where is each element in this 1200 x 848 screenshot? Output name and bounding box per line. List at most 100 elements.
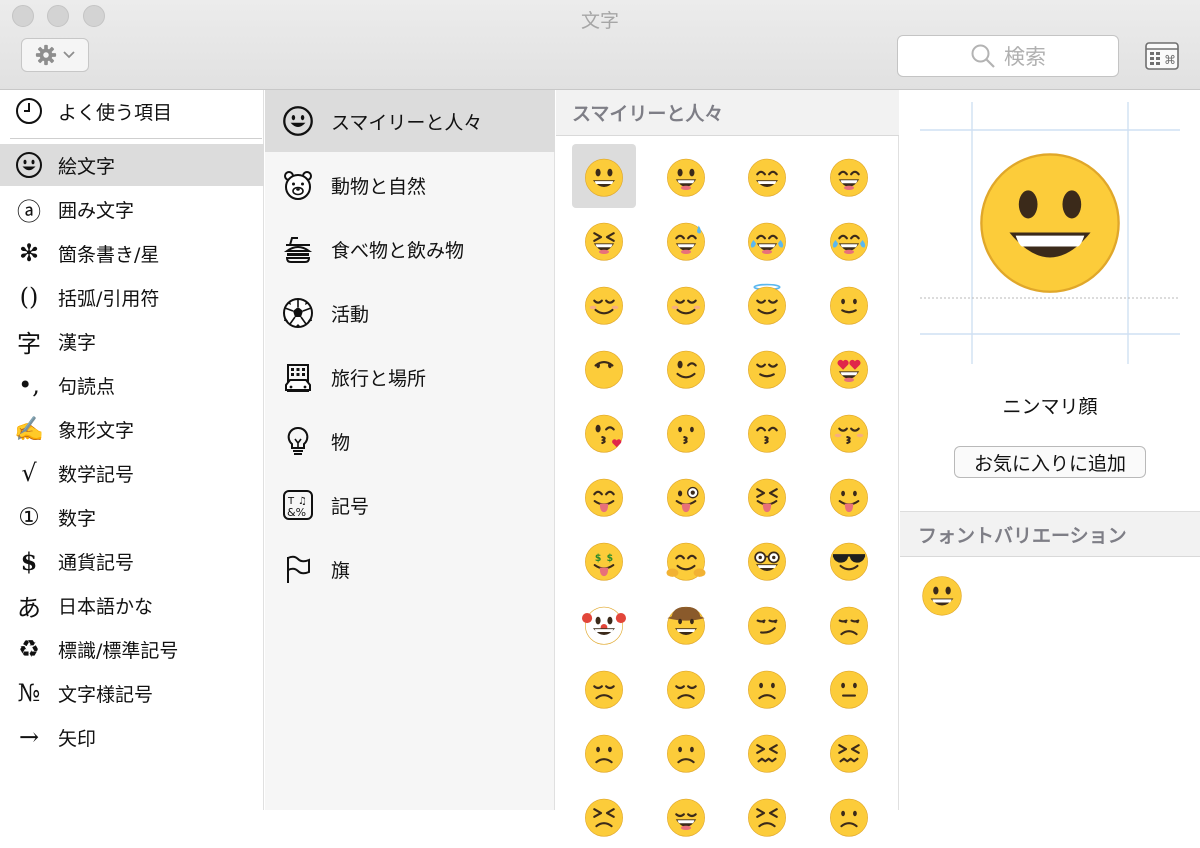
action-menu-button[interactable] xyxy=(21,38,89,72)
emoji-money-mouth[interactable]: $ $ xyxy=(572,528,636,592)
emoji-blush[interactable] xyxy=(654,272,718,336)
subcategory-activity[interactable]: 活動 xyxy=(265,282,555,344)
window-toolbar: 文字 検索 ⌘ xyxy=(0,0,1200,90)
subcategory-label: 動物と自然 xyxy=(331,175,427,198)
category-letterlike[interactable]: № 文字様記号 xyxy=(0,672,264,714)
emoji-kissing-heart[interactable] xyxy=(572,400,636,464)
emoji-kissing-smile[interactable] xyxy=(735,400,799,464)
emoji-clown[interactable] xyxy=(572,592,636,656)
category-signs[interactable]: ♻ 標識/標準記号 xyxy=(0,628,264,670)
category-label: 数字 xyxy=(58,507,97,530)
emoji-slight-smile[interactable] xyxy=(817,272,881,336)
emoji-sunglasses[interactable] xyxy=(817,528,881,592)
emoji-disappointed[interactable] xyxy=(572,656,636,720)
emoji-upside-down[interactable] xyxy=(572,336,636,400)
category-label: 箇条書き/星 xyxy=(58,243,160,266)
emoji-pensive[interactable] xyxy=(654,656,718,720)
emoji-heart-eyes[interactable] xyxy=(817,336,881,400)
divider xyxy=(10,138,262,139)
category-kanji[interactable]: 字 漢字 xyxy=(0,320,264,362)
emoji-rofl[interactable] xyxy=(817,208,881,272)
emoji-squint-tongue[interactable] xyxy=(735,464,799,528)
category-digits[interactable]: ① 数字 xyxy=(0,496,264,538)
emoji-crazy-tongue[interactable] xyxy=(654,464,718,528)
category-math[interactable]: √ 数学記号 xyxy=(0,452,264,494)
category-brackets[interactable]: () 括弧/引用符 xyxy=(0,276,264,318)
category-favorites[interactable]: よく使う項目 xyxy=(0,90,264,132)
subcategory-label: 旗 xyxy=(331,559,351,582)
emoji-confounded[interactable] xyxy=(817,720,881,784)
emoji-tongue[interactable] xyxy=(817,464,881,528)
emoji-relaxed[interactable] xyxy=(572,272,636,336)
smiley-icon xyxy=(0,151,58,179)
category-label: 括弧/引用符 xyxy=(58,287,160,310)
svg-text:⌘: ⌘ xyxy=(1164,53,1176,67)
subcategory-flags[interactable]: 旗 xyxy=(265,538,555,600)
emoji-frown[interactable] xyxy=(654,720,718,784)
emoji-wink[interactable] xyxy=(654,336,718,400)
clock-icon xyxy=(0,97,58,125)
category-label: 囲み文字 xyxy=(58,199,135,222)
hiragana-a-icon: あ xyxy=(17,593,41,622)
character-grid-icon[interactable]: ⌘ xyxy=(1145,42,1179,70)
emoji-persevere[interactable] xyxy=(735,720,799,784)
subcategory-animals-nature[interactable]: 動物と自然 xyxy=(265,154,555,216)
emoji-halo[interactable] xyxy=(735,272,799,336)
category-bullets-stars[interactable]: ✻ 箇条書き/星 xyxy=(0,232,264,274)
emoji-triumph[interactable] xyxy=(735,784,799,848)
category-label: 日本語かな xyxy=(58,595,154,618)
category-label: 数学記号 xyxy=(58,463,135,486)
category-arrows[interactable]: → 矢印 xyxy=(0,716,264,758)
asterisk-icon: ✻ xyxy=(18,239,40,267)
symbols-icon: T ♫ &% xyxy=(265,489,331,521)
svg-text:&%: &% xyxy=(287,506,306,519)
subcategory-travel-places[interactable]: 旅行と場所 xyxy=(265,346,555,408)
emoji-confused[interactable] xyxy=(817,656,881,720)
subcategory-label: 物 xyxy=(331,431,351,454)
subcategory-symbols[interactable]: T ♫ &% 記号 xyxy=(265,474,555,536)
category-currency[interactable]: $ 通貨記号 xyxy=(0,540,264,582)
emoji-kissing[interactable] xyxy=(654,400,718,464)
subcategory-food-drink[interactable]: 食べ物と飲み物 xyxy=(265,218,555,280)
category-punctuation[interactable]: •, 句読点 xyxy=(0,364,264,406)
emoji-beaming[interactable] xyxy=(817,144,881,208)
punctuation-icon: •, xyxy=(18,371,40,399)
subcategory-label: 旅行と場所 xyxy=(331,367,427,390)
emoji-kissing-closed[interactable] xyxy=(817,400,881,464)
emoji-nerd[interactable] xyxy=(735,528,799,592)
burger-icon xyxy=(265,233,331,265)
recycle-icon: ♻ xyxy=(18,635,40,663)
add-to-favorites-button[interactable]: お気に入りに追加 xyxy=(954,446,1146,478)
emoji-slight-frown[interactable] xyxy=(572,720,636,784)
category-pictographs[interactable]: ✍ 象形文字 xyxy=(0,408,264,450)
subcategory-label: 食べ物と飲み物 xyxy=(331,239,465,262)
emoji-smirk[interactable] xyxy=(735,592,799,656)
category-japanese-kana[interactable]: あ 日本語かな xyxy=(0,584,264,626)
circled-a-icon: ⓐ xyxy=(17,197,41,226)
font-variation-grinning[interactable] xyxy=(918,571,966,619)
emoji-unamused[interactable] xyxy=(817,592,881,656)
subcategory-objects[interactable]: 物 xyxy=(265,410,555,472)
category-enclosed[interactable]: ⓐ 囲み文字 xyxy=(0,188,264,230)
emoji-yum[interactable] xyxy=(572,464,636,528)
lightbulb-icon xyxy=(265,425,331,457)
emoji-hugging[interactable] xyxy=(654,528,718,592)
svg-text:$: $ xyxy=(607,553,613,564)
emoji-grinning[interactable] xyxy=(572,144,636,208)
emoji-worried[interactable] xyxy=(735,656,799,720)
emoji-laughing[interactable] xyxy=(572,208,636,272)
chevron-down-icon xyxy=(63,51,75,59)
emoji-cowboy[interactable] xyxy=(654,592,718,656)
category-emoji[interactable]: 絵文字 xyxy=(0,144,264,186)
emoji-weary[interactable] xyxy=(654,784,718,848)
font-variations-header: フォントバリエーション xyxy=(900,511,1200,557)
emoji-grin-squint[interactable] xyxy=(735,144,799,208)
emoji-angry[interactable] xyxy=(817,784,881,848)
search-input[interactable]: 検索 xyxy=(897,35,1119,77)
emoji-grin-big[interactable] xyxy=(654,144,718,208)
subcategory-smileys-people[interactable]: スマイリーと人々 xyxy=(265,90,555,152)
emoji-tears-of-joy[interactable] xyxy=(735,208,799,272)
emoji-tired[interactable] xyxy=(572,784,636,848)
emoji-sweat-smile[interactable] xyxy=(654,208,718,272)
emoji-relieved[interactable] xyxy=(735,336,799,400)
